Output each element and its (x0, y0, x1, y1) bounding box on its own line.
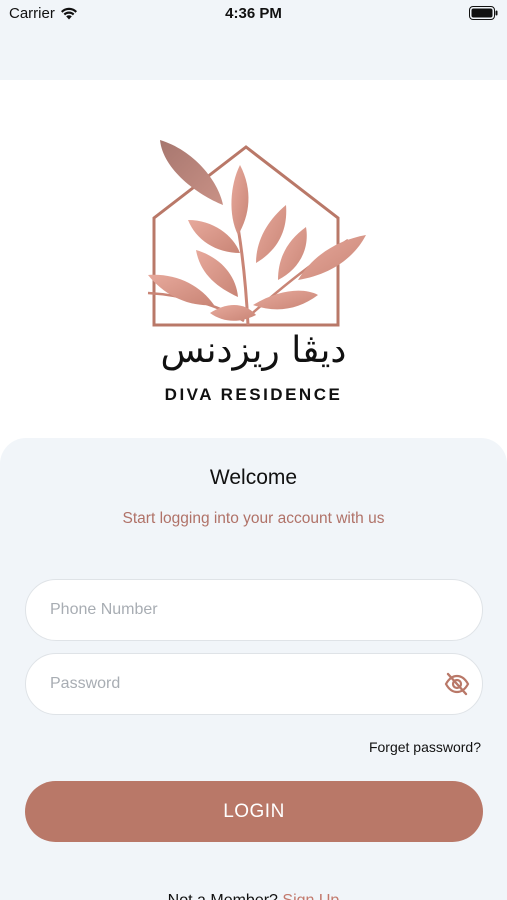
login-card: Welcome Start logging into your account … (0, 438, 507, 900)
forgot-password-link[interactable]: Forget password? (369, 739, 481, 755)
signup-prompt: Not a Member? Sign Up (0, 892, 507, 900)
welcome-heading: Welcome (209, 466, 298, 489)
password-input[interactable] (26, 654, 482, 714)
phone-field (25, 579, 483, 641)
password-field (25, 653, 483, 715)
sign-up-link[interactable]: Sign Up (282, 892, 339, 900)
eye-slash-icon[interactable] (444, 671, 470, 697)
logo-english-name: DIVA RESIDENCE (164, 385, 343, 404)
status-bar: Carrier 4:36 PM (0, 0, 507, 80)
status-time: 4:36 PM (225, 5, 282, 22)
login-subtitle: Start logging into your account with us (122, 510, 385, 527)
diva-residence-logo-icon (147, 140, 366, 327)
not-member-label: Not a Member? (168, 892, 283, 900)
phone-number-input[interactable] (26, 580, 482, 640)
logo-arabic-name: ديڤا ريزدنس (160, 330, 347, 371)
battery-icon (469, 6, 498, 20)
login-button[interactable]: LOGIN (25, 781, 483, 842)
logo-section: ديڤا ريزدنس DIVA RESIDENCE (0, 80, 507, 440)
